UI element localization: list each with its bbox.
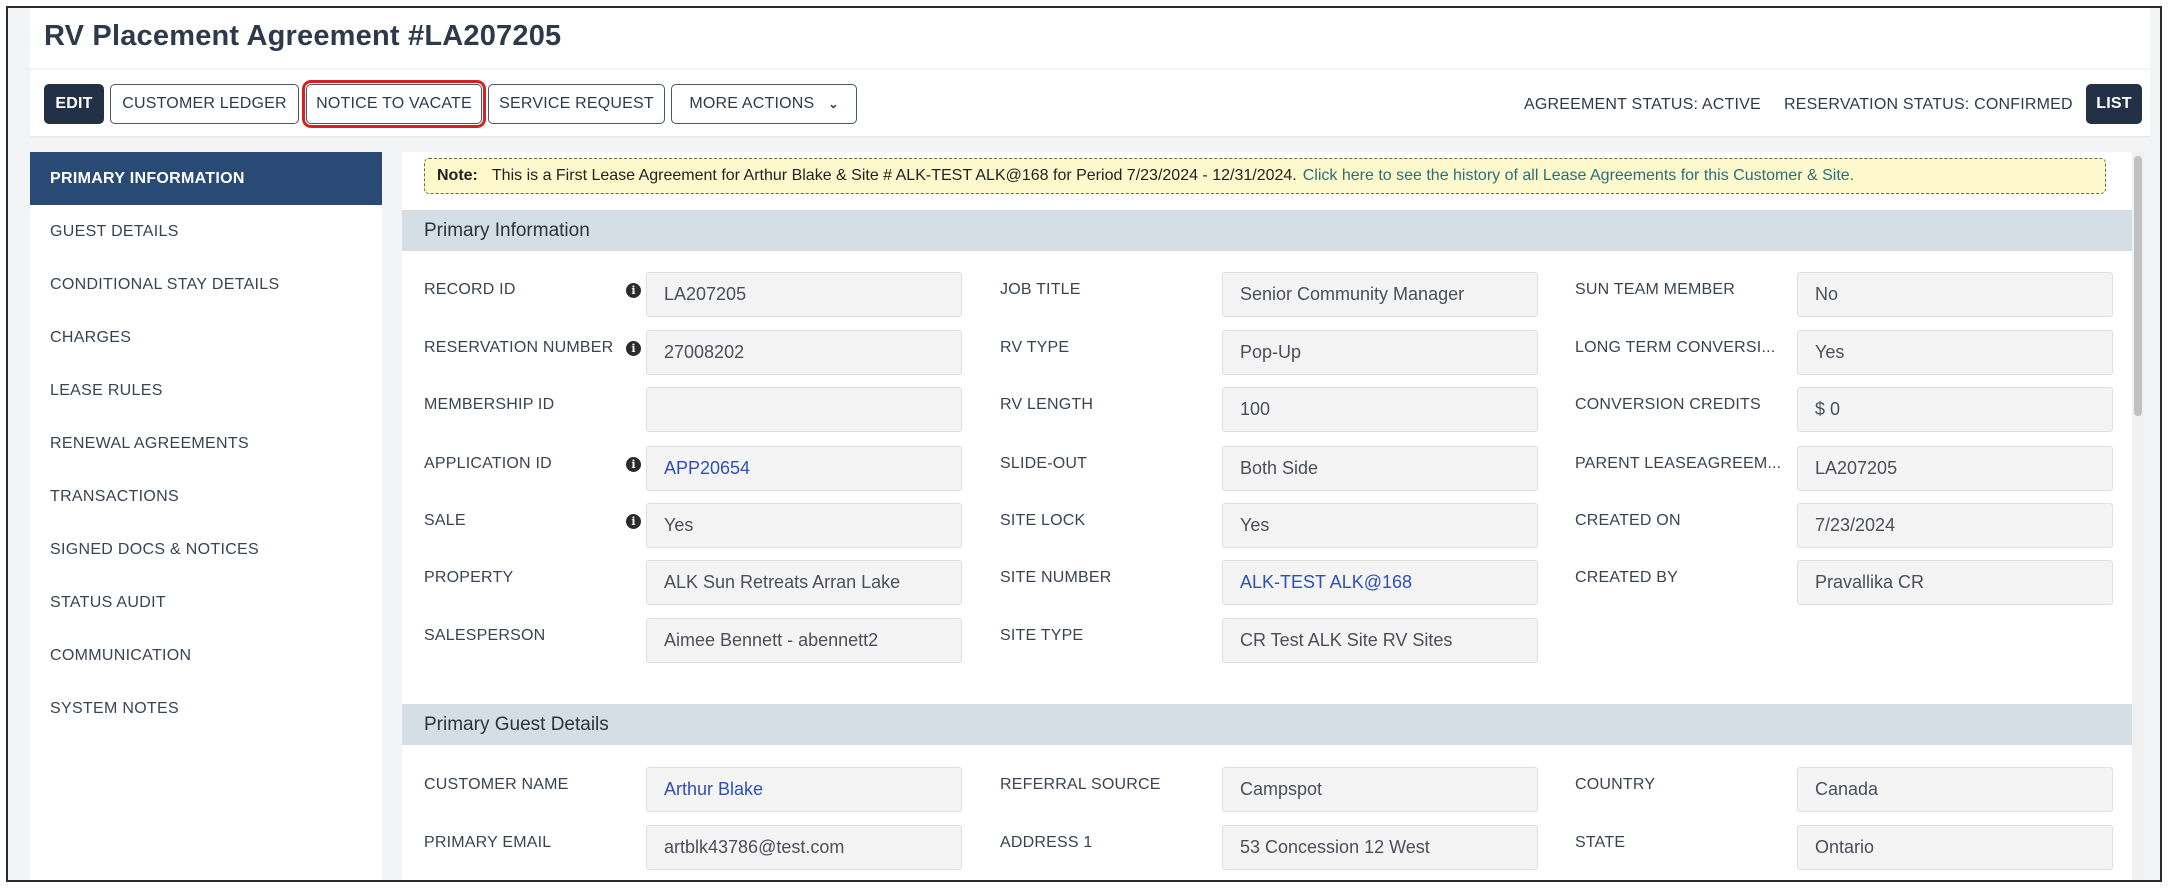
app-window: RV Placement Agreement #LA207205 EDIT CU… xyxy=(6,6,2162,882)
lease-note-banner: Note: This is a First Lease Agreement fo… xyxy=(424,158,2106,194)
salesperson-field: Aimee Bennett - abennett2 xyxy=(646,618,962,663)
job-title-field: Senior Community Manager xyxy=(1222,272,1538,317)
slide-out-field: Both Side xyxy=(1222,446,1538,491)
sale-field: Yes xyxy=(646,503,962,548)
salesperson-label: SALESPERSON xyxy=(424,627,546,644)
rv-length-field: 100 xyxy=(1222,387,1538,432)
property-label: PROPERTY xyxy=(424,569,514,586)
info-icon[interactable]: i xyxy=(626,514,641,529)
edit-button[interactable]: EDIT xyxy=(44,84,104,124)
state-field: Ontario xyxy=(1797,825,2113,870)
created-by-label: CREATED BY xyxy=(1575,569,1679,586)
sidebar-item-guest-details[interactable]: GUEST DETAILS xyxy=(30,205,382,258)
section-header-primary-guest-details: Primary Guest Details xyxy=(402,704,2132,745)
list-button[interactable]: LIST xyxy=(2086,84,2142,124)
state-label: STATE xyxy=(1575,834,1626,851)
record-id-label: RECORD ID xyxy=(424,281,516,298)
rv-type-label: RV TYPE xyxy=(1000,339,1070,356)
parent-lease-agreement-label: PARENT LEASEAGREEM... xyxy=(1575,455,1782,472)
more-actions-dropdown[interactable]: MORE ACTIONS ⌄ xyxy=(671,84,857,124)
section-header-primary-information: Primary Information xyxy=(402,210,2132,251)
created-on-label: CREATED ON xyxy=(1575,512,1681,529)
application-id-link[interactable]: APP20654 xyxy=(646,446,962,491)
address-1-label: ADDRESS 1 xyxy=(1000,834,1093,851)
vertical-scrollbar[interactable] xyxy=(2132,152,2144,880)
site-number-label: SITE NUMBER xyxy=(1000,569,1112,586)
sidebar-item-system-notes[interactable]: SYSTEM NOTES xyxy=(30,682,382,735)
reservation-number-field: 27008202 xyxy=(646,330,962,375)
sidebar-item-renewal-agreements[interactable]: RENEWAL AGREEMENTS xyxy=(30,417,382,470)
primary-email-field: artblk43786@test.com xyxy=(646,825,962,870)
toolbar: EDIT CUSTOMER LEDGER NOTICE TO VACATE SE… xyxy=(30,70,2150,136)
customer-name-label: CUSTOMER NAME xyxy=(424,776,569,793)
notice-to-vacate-button[interactable]: NOTICE TO VACATE xyxy=(302,80,486,128)
site-lock-label: SITE LOCK xyxy=(1000,512,1086,529)
long-term-conversion-label: LONG TERM CONVERSI... xyxy=(1575,339,1776,356)
note-text: This is a First Lease Agreement for Arth… xyxy=(491,167,1297,184)
info-icon[interactable]: i xyxy=(626,283,641,298)
scrollbar-thumb[interactable] xyxy=(2134,156,2142,416)
note-label: Note: xyxy=(437,167,478,184)
sidebar-item-conditional-stay-details[interactable]: CONDITIONAL STAY DETAILS xyxy=(30,258,382,311)
info-icon[interactable]: i xyxy=(626,341,641,356)
customer-ledger-button[interactable]: CUSTOMER LEDGER xyxy=(110,84,299,124)
page-title: RV Placement Agreement #LA207205 xyxy=(44,20,562,52)
sidebar-item-lease-rules[interactable]: LEASE RULES xyxy=(30,364,382,417)
created-on-field: 7/23/2024 xyxy=(1797,503,2113,548)
record-id-field: LA207205 xyxy=(646,272,962,317)
customer-name-link[interactable]: Arthur Blake xyxy=(646,767,962,812)
service-request-button[interactable]: SERVICE REQUEST xyxy=(488,84,665,124)
address-1-field: 53 Concession 12 West xyxy=(1222,825,1538,870)
sidebar-item-communication[interactable]: COMMUNICATION xyxy=(30,629,382,682)
lease-history-link[interactable]: Click here to see the history of all Lea… xyxy=(1303,167,1854,185)
membership-id-field xyxy=(646,387,962,432)
chevron-down-icon: ⌄ xyxy=(828,97,839,111)
title-bar: RV Placement Agreement #LA207205 xyxy=(30,8,2150,68)
job-title-label: JOB TITLE xyxy=(1000,281,1081,298)
main-content: Note: This is a First Lease Agreement fo… xyxy=(402,152,2132,880)
sidebar-item-primary-information[interactable]: PRIMARY INFORMATION xyxy=(30,152,382,205)
conversion-credits-label: CONVERSION CREDITS xyxy=(1575,396,1761,413)
referral-source-label: REFERRAL SOURCE xyxy=(1000,776,1161,793)
country-field: Canada xyxy=(1797,767,2113,812)
site-type-field: CR Test ALK Site RV Sites xyxy=(1222,618,1538,663)
reservation-number-label: RESERVATION NUMBER xyxy=(424,339,614,356)
slide-out-label: SLIDE-OUT xyxy=(1000,455,1088,472)
site-number-link[interactable]: ALK-TEST ALK@168 xyxy=(1222,560,1538,605)
country-label: COUNTRY xyxy=(1575,776,1656,793)
agreement-status: AGREEMENT STATUS: ACTIVE xyxy=(1524,96,1761,113)
conversion-credits-field: $ 0 xyxy=(1797,387,2113,432)
sidebar-item-signed-docs[interactable]: SIGNED DOCS & NOTICES xyxy=(30,523,382,576)
long-term-conversion-field: Yes xyxy=(1797,330,2113,375)
created-by-field: Pravallika CR xyxy=(1797,560,2113,605)
membership-id-label: MEMBERSHIP ID xyxy=(424,396,555,413)
application-id-label: APPLICATION ID xyxy=(424,455,552,472)
rv-length-label: RV LENGTH xyxy=(1000,396,1094,413)
sidebar-item-status-audit[interactable]: STATUS AUDIT xyxy=(30,576,382,629)
info-icon[interactable]: i xyxy=(626,457,641,472)
sale-label: SALE xyxy=(424,512,466,529)
reservation-status: RESERVATION STATUS: CONFIRMED xyxy=(1784,96,2073,113)
property-field: ALK Sun Retreats Arran Lake xyxy=(646,560,962,605)
sidebar: PRIMARY INFORMATION GUEST DETAILS CONDIT… xyxy=(30,152,382,880)
site-type-label: SITE TYPE xyxy=(1000,627,1084,644)
primary-email-label: PRIMARY EMAIL xyxy=(424,834,552,851)
sidebar-item-transactions[interactable]: TRANSACTIONS xyxy=(30,470,382,523)
more-actions-label: MORE ACTIONS xyxy=(689,95,815,112)
referral-source-field: Campspot xyxy=(1222,767,1538,812)
sidebar-item-charges[interactable]: CHARGES xyxy=(30,311,382,364)
sun-team-member-label: SUN TEAM MEMBER xyxy=(1575,281,1736,298)
rv-type-field: Pop-Up xyxy=(1222,330,1538,375)
parent-lease-agreement-field: LA207205 xyxy=(1797,446,2113,491)
site-lock-field: Yes xyxy=(1222,503,1538,548)
sun-team-member-field: No xyxy=(1797,272,2113,317)
